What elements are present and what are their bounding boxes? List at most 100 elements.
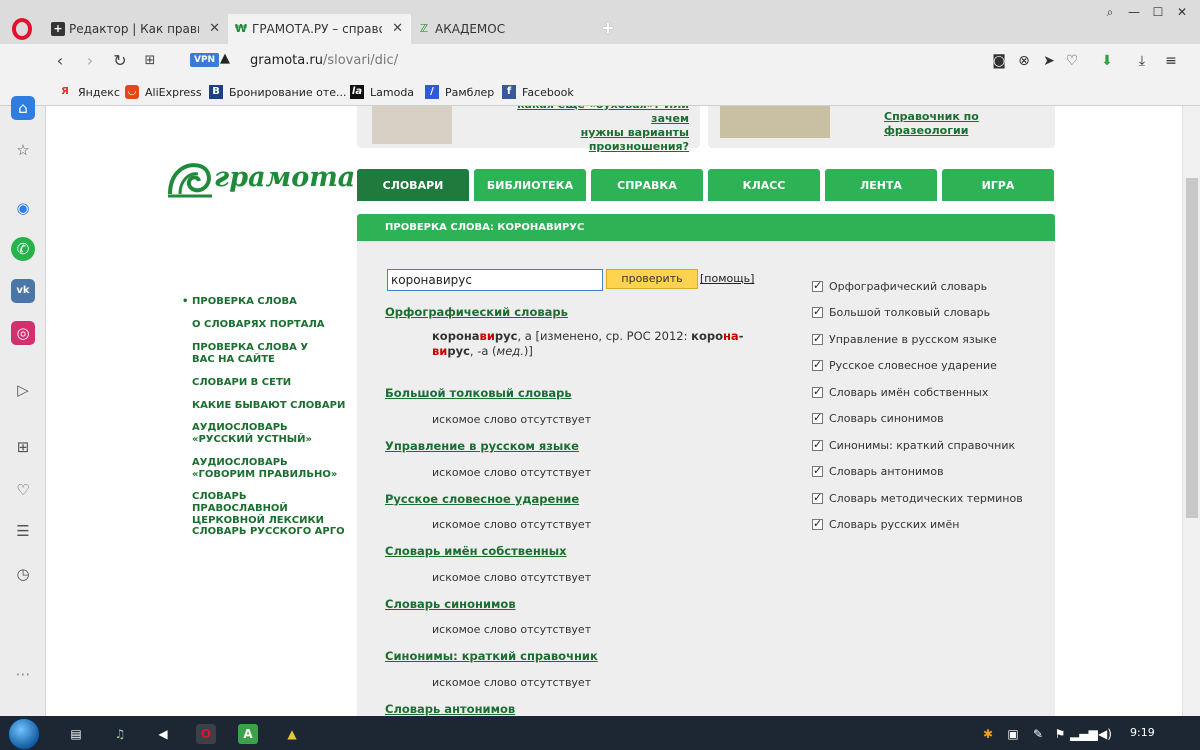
messenger-icon[interactable]: ◉ <box>11 196 35 220</box>
checkbox-sinonimy-kratkiy[interactable]: Синонимы: краткий справочник <box>812 437 1015 453</box>
app-a-icon[interactable]: A <box>238 724 258 744</box>
checkbox-upravlenie[interactable]: Управление в русском языке <box>812 331 997 347</box>
windows-start-icon[interactable] <box>8 718 40 750</box>
dict-title-sinonimy[interactable]: Словарь синонимов <box>385 597 516 611</box>
nav-audio-russkiy-ustny[interactable]: АУДИОСЛОВАРЬ «РУССКИЙ УСТНЫЙ» <box>192 422 317 446</box>
tray-volume-icon[interactable]: ◀) <box>1095 724 1115 744</box>
explorer-icon[interactable]: ▤ <box>66 724 86 744</box>
heart-icon[interactable]: ♡ <box>1063 52 1081 70</box>
tab-editor[interactable]: + Редактор | Как правильно ✕ <box>45 14 228 44</box>
flow-send-icon[interactable]: ▷ <box>11 378 35 402</box>
checkbox-russkie-imena[interactable]: Словарь русских имён <box>812 516 959 532</box>
forward-icon[interactable]: › <box>80 51 100 71</box>
checkbox-checked-icon[interactable] <box>812 358 823 371</box>
check-button[interactable]: проверить <box>606 269 698 289</box>
nav-proverka-slova[interactable]: ПРОВЕРКА СЛОВА <box>182 296 347 308</box>
dict-title-orfo[interactable]: Орфографический словарь <box>385 305 568 319</box>
close-icon[interactable]: ✕ <box>209 21 220 36</box>
more-dots-icon[interactable]: ⋯ <box>11 662 35 686</box>
checkbox-checked-icon[interactable] <box>812 305 823 318</box>
close-icon[interactable]: ✕ <box>392 21 403 36</box>
site-logo[interactable]: грамота.ру <box>166 158 400 198</box>
menu-icon[interactable]: ≡ <box>1162 52 1180 70</box>
tabs-grid-icon[interactable]: ⊞ <box>11 435 35 459</box>
history-clock-icon[interactable]: ◷ <box>11 562 35 586</box>
reload-icon[interactable]: ↻ <box>110 51 130 71</box>
tab-gramota[interactable]: ₩ ГРАМОТА.РУ – справочно ✕ <box>228 14 411 44</box>
news-icon[interactable]: ☰ <box>11 519 35 543</box>
back-icon[interactable]: ‹ <box>50 51 70 71</box>
snapshot-icon[interactable]: ⤓ <box>1133 52 1151 70</box>
menu-lenta[interactable]: ЛЕНТА <box>825 169 937 201</box>
tray-flag-icon[interactable]: ⚑ <box>1050 724 1070 744</box>
nav-russkoe-argo[interactable]: СЛОВАРЬ РУССКОГО АРГО <box>192 526 347 538</box>
dict-title-imena[interactable]: Словарь имён собственных <box>385 544 567 558</box>
checkbox-checked-icon[interactable] <box>812 411 823 424</box>
dict-title-upravlenie[interactable]: Управление в русском языке <box>385 439 579 453</box>
download-icon[interactable]: ⬇ <box>1098 52 1116 70</box>
checkbox-orfo[interactable]: Орфографический словарь <box>812 278 987 294</box>
tray-app-icon[interactable]: ✱ <box>978 724 998 744</box>
tray-pen-icon[interactable]: ✎ <box>1028 724 1048 744</box>
vpn-badge[interactable]: VPN <box>190 53 220 67</box>
menu-igra[interactable]: ИГРА <box>942 169 1054 201</box>
checkbox-antonimy[interactable]: Словарь антонимов <box>812 463 944 479</box>
nav-kakie-slovari[interactable]: КАКИЕ БЫВАЮТ СЛОВАРИ <box>192 400 347 412</box>
volume-app-icon[interactable]: ◀ <box>153 724 173 744</box>
menu-klass[interactable]: КЛАСС <box>708 169 820 201</box>
maximize-icon[interactable]: ☐ <box>1146 2 1170 22</box>
tab-akademos[interactable]: ℤ АКАДЕМОС <box>411 14 594 44</box>
checkbox-checked-icon[interactable] <box>812 279 823 292</box>
checkbox-checked-icon[interactable] <box>812 332 823 345</box>
checkbox-checked-icon[interactable] <box>812 438 823 451</box>
checkbox-checked-icon[interactable] <box>812 517 823 530</box>
bookmark-booking[interactable]: B Бронирование оте... <box>209 84 347 100</box>
close-window-icon[interactable]: ✕ <box>1170 2 1194 22</box>
url-field[interactable]: gramota.ru/slovari/dic/ <box>250 53 398 68</box>
opera-logo-icon[interactable] <box>12 18 32 40</box>
checkbox-checked-icon[interactable] <box>812 491 823 504</box>
minimize-icon[interactable]: — <box>1122 2 1146 22</box>
warning-icon[interactable]: ▲ <box>220 51 230 66</box>
dict-title-antonimy[interactable]: Словарь антонимов <box>385 702 515 716</box>
bookmarks-star-icon[interactable]: ☆ <box>11 138 35 162</box>
checkbox-imena[interactable]: Словарь имён собственных <box>812 384 988 400</box>
search-tabs-icon[interactable]: ⌕ <box>1098 2 1122 22</box>
media-icon[interactable]: ♫ <box>110 724 130 744</box>
nav-pravoslavnaya-leksika[interactable]: СЛОВАРЬ ПРАВОСЛАВНОЙ ЦЕРКОВНОЙ ЛЕКСИКИ <box>192 491 342 527</box>
taskbar-clock[interactable]: 9:19 <box>1130 726 1155 739</box>
dict-title-udarenie[interactable]: Русское словесное ударение <box>385 492 579 506</box>
checkbox-checked-icon[interactable] <box>812 385 823 398</box>
checkbox-btc[interactable]: Большой толковый словарь <box>812 304 990 320</box>
speed-dial-icon[interactable]: ⊞ <box>140 51 160 71</box>
home-icon[interactable]: ⌂ <box>11 96 35 120</box>
dict-title-sinonimy-kratkiy[interactable]: Синонимы: краткий справочник <box>385 649 598 663</box>
send-icon[interactable]: ➤ <box>1040 52 1058 70</box>
checkbox-udarenie[interactable]: Русское словесное ударение <box>812 357 997 373</box>
scrollbar-thumb[interactable] <box>1186 178 1198 518</box>
promo-left-link[interactable]: какая еще «буховая»? Или зачем нужны вар… <box>497 106 689 154</box>
menu-spravka[interactable]: СПРАВКА <box>591 169 703 201</box>
adblock-icon[interactable]: ⊗ <box>1015 52 1033 70</box>
nav-slovari-v-seti[interactable]: СЛОВАРИ В СЕТИ <box>192 377 347 389</box>
app-triangle-icon[interactable]: ▲ <box>282 724 302 744</box>
nav-audio-govorim-pravilno[interactable]: АУДИОСЛОВАРЬ «ГОВОРИМ ПРАВИЛЬНО» <box>192 457 342 481</box>
help-link[interactable]: [помощь] <box>700 272 754 285</box>
bookmark-facebook[interactable]: f Facebook <box>502 84 574 100</box>
whatsapp-icon[interactable]: ✆ <box>11 237 35 261</box>
checkbox-checked-icon[interactable] <box>812 464 823 477</box>
vk-icon[interactable]: vk <box>11 279 35 303</box>
menu-biblioteka[interactable]: БИБЛИОТЕКА <box>474 169 586 201</box>
menu-slovari[interactable]: СЛОВАРИ <box>357 169 469 201</box>
page-scrollbar[interactable] <box>1182 106 1200 716</box>
bookmark-yandex[interactable]: Я Яндекс <box>58 84 120 100</box>
tray-network-icon[interactable]: ▂▄▆ <box>1070 724 1098 744</box>
checkbox-sinonimy[interactable]: Словарь синонимов <box>812 410 944 426</box>
bookmark-aliexpress[interactable]: ◡ AliExpress <box>125 84 202 100</box>
bookmark-rambler[interactable]: / Рамблер <box>425 84 494 100</box>
tray-device-icon[interactable]: ▣ <box>1003 724 1023 744</box>
opera-taskbar-icon[interactable]: O <box>196 724 216 744</box>
camera-icon[interactable]: ◙ <box>990 52 1008 70</box>
nav-proverka-na-saite[interactable]: ПРОВЕРКА СЛОВА У ВАС НА САЙТЕ <box>192 342 332 366</box>
instagram-icon[interactable]: ◎ <box>11 321 35 345</box>
